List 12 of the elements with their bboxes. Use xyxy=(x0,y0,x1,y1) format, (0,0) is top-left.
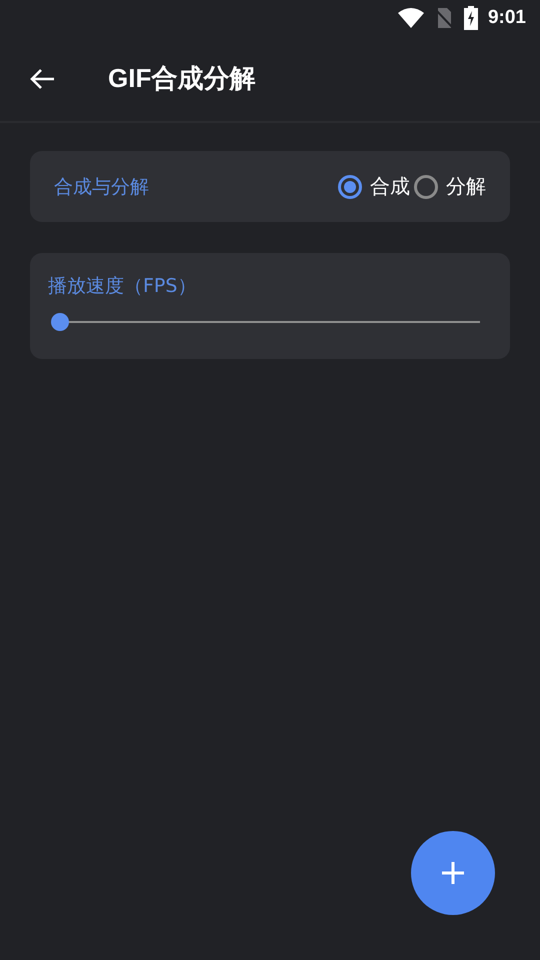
radio-option[interactable]: 合成 xyxy=(338,173,410,200)
speed-label: 播放速度（FPS） xyxy=(48,274,198,299)
radio-option[interactable]: 分解 xyxy=(414,173,486,200)
slider-thumb[interactable] xyxy=(51,313,69,331)
screen-title: GIF合成分解 xyxy=(108,62,256,95)
wifi-icon xyxy=(398,8,424,28)
mode-label: 合成与分解 xyxy=(54,174,149,200)
back-arrow-icon xyxy=(29,68,55,90)
speed-slider[interactable] xyxy=(51,313,480,331)
clock-time: 9:01 xyxy=(488,7,526,29)
battery-charging-icon xyxy=(464,6,478,30)
plus-icon xyxy=(442,862,464,884)
